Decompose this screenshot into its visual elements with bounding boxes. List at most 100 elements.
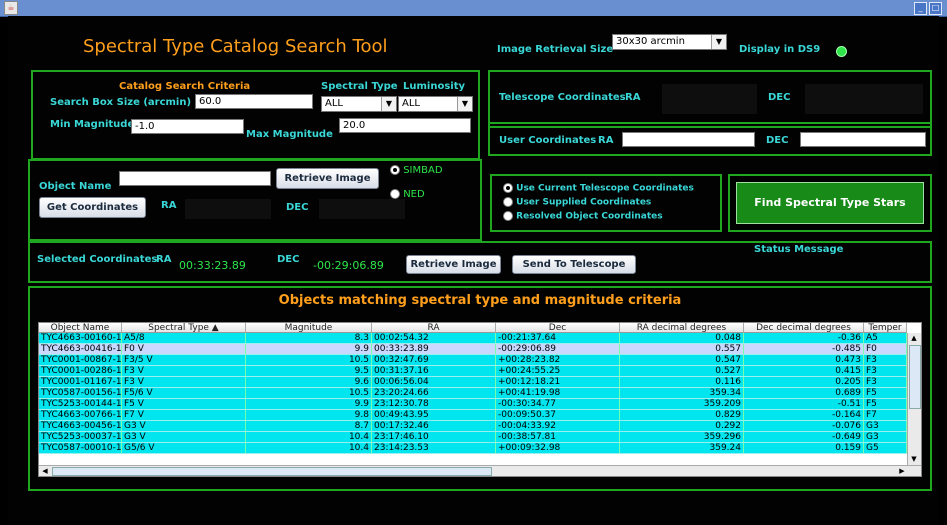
horizontal-scroll-thumb[interactable] <box>52 467 492 476</box>
window-titlebar[interactable]: ☕ _ □ <box>0 0 947 17</box>
selected-retrieve-image-button[interactable]: Retrieve Image <box>406 255 501 274</box>
table-cell: +00:24:55.25 <box>495 365 620 377</box>
send-to-telescope-button[interactable]: Send To Telescope <box>512 255 636 274</box>
user-ra-label: RA <box>598 135 614 146</box>
ned-label: NED <box>403 189 425 200</box>
table-cell: 00:06:56.04 <box>371 376 496 388</box>
table-row[interactable]: TYC4663-00766-1 F7 V 9.8 00:49:43.95 -00:09:… <box>39 409 907 421</box>
user-dec-input[interactable] <box>800 132 926 147</box>
object-name-input[interactable] <box>119 171 271 186</box>
table-cell: 23:20:24.66 <box>371 387 496 399</box>
radio-unselected-icon <box>503 197 513 207</box>
display-ds9-label: Display in DS9 <box>739 44 821 55</box>
table-cell: G3 <box>863 431 907 443</box>
table-cell: TYC0001-01167-1 <box>39 376 122 388</box>
table-cell: 0.557 <box>619 343 744 355</box>
spectral-type-select[interactable]: ALL ▼ <box>321 96 397 112</box>
column-header[interactable]: Magnitude <box>246 323 372 333</box>
table-cell: 23:12:30.78 <box>371 398 496 410</box>
table-row[interactable]: TYC0001-01167-1 F3 V 9.6 00:06:56.04 +00:12:… <box>39 376 907 388</box>
selected-dec-value: -00:29:06.89 <box>313 259 384 272</box>
column-header[interactable]: Dec <box>496 323 620 333</box>
column-header[interactable]: Object Name <box>39 323 122 333</box>
minimize-icon[interactable]: _ <box>914 2 927 15</box>
table-cell: 10.5 <box>245 354 372 366</box>
simbad-radio[interactable]: SIMBAD <box>390 165 443 176</box>
scroll-thumb[interactable] <box>909 345 921 409</box>
user-supplied-coords-radio[interactable]: User Supplied Coordinates <box>503 197 651 208</box>
table-row[interactable]: TYC4663-00456-1 G3 V 8.7 00:17:32.46 -00:04:… <box>39 420 907 432</box>
column-header[interactable]: RA <box>372 323 496 333</box>
image-size-select[interactable]: 30x30 arcmin ▼ <box>612 34 727 50</box>
app-title: Spectral Type Catalog Search Tool <box>83 36 388 57</box>
horizontal-scrollbar[interactable]: ◀ ▶ <box>39 465 921 476</box>
table-row[interactable]: TYC0587-00010-1 G5/6 V 10.4 23:14:23.53 +00:… <box>39 442 907 454</box>
table-cell: F3 <box>863 354 907 366</box>
table-cell: 00:02:54.32 <box>371 333 496 344</box>
scroll-down-icon[interactable]: ▼ <box>908 454 920 465</box>
table-cell: F3 <box>863 376 907 388</box>
scroll-left-icon[interactable]: ◀ <box>39 466 51 476</box>
scroll-up-icon[interactable]: ▲ <box>908 333 920 344</box>
user-coordinates-label: User Coordinates <box>499 135 597 146</box>
table-cell: 9.5 <box>245 365 372 377</box>
luminosity-select[interactable]: ALL ▼ <box>398 96 473 112</box>
table-cell: 0.527 <box>619 365 744 377</box>
table-row[interactable]: TYC0001-00867-1 F3/5 V 10.5 00:32:47.69 +00:… <box>39 354 907 366</box>
find-button-frame: Find Spectral Type Stars <box>728 174 932 232</box>
user-supplied-coords-label: User Supplied Coordinates <box>516 197 652 208</box>
use-telescope-coords-radio[interactable]: Use Current Telescope Coordinates <box>503 183 694 194</box>
column-header[interactable]: Dec decimal degrees <box>744 323 864 333</box>
user-ra-input[interactable] <box>622 132 755 147</box>
table-cell: -00:29:06.89 <box>495 343 620 355</box>
table-cell: TYC0587-00010-1 <box>39 442 122 454</box>
table-row[interactable]: TYC4663-00160-1 A5/8 8.3 00:02:54.32 -00:21:… <box>39 333 907 344</box>
table-cell: 23:17:46.10 <box>371 431 496 443</box>
table-cell: -0.076 <box>743 420 864 432</box>
min-magnitude-input[interactable]: -1.0 <box>131 119 244 134</box>
table-row[interactable]: TYC5253-00037-1 G3 V 10.4 23:17:46.10 -00:38… <box>39 431 907 443</box>
table-cell: 00:33:23.89 <box>371 343 496 355</box>
radio-unselected-icon <box>503 211 513 221</box>
results-title: Objects matching spectral type and magni… <box>278 293 682 308</box>
object-dec-label: DEC <box>286 202 309 213</box>
table-cell: 10.5 <box>245 387 372 399</box>
maximize-icon[interactable]: □ <box>929 2 942 15</box>
scroll-right-icon[interactable]: ▶ <box>896 466 908 476</box>
table-cell: -00:30:34.77 <box>495 398 620 410</box>
spectral-type-label: Spectral Type <box>321 81 398 92</box>
search-box-label: Search Box Size (arcmin) <box>50 97 192 108</box>
image-size-value: 30x30 arcmin <box>616 36 685 47</box>
table-row[interactable]: TYC0587-00156-1 F5/6 V 10.5 23:20:24.66 +00:… <box>39 387 907 399</box>
table-cell: G5/6 V <box>121 442 246 454</box>
table-cell: TYC5253-00037-1 <box>39 431 122 443</box>
ds9-status-indicator[interactable] <box>836 46 847 57</box>
table-cell: -0.164 <box>743 409 864 421</box>
telescope-coordinates-label: Telescope Coordinates <box>499 92 626 103</box>
table-cell: -00:04:33.92 <box>495 420 620 432</box>
search-box-input[interactable]: 60.0 <box>195 94 313 109</box>
table-cell: -0.485 <box>743 343 864 355</box>
table-cell: F3 V <box>121 376 246 388</box>
chevron-down-icon: ▼ <box>457 97 472 111</box>
table-cell: 359.24 <box>619 442 744 454</box>
table-row[interactable]: TYC4663-00416-1 F0 V 9.9 00:33:23.89 -00:29:… <box>39 343 907 355</box>
find-spectral-type-stars-button[interactable]: Find Spectral Type Stars <box>736 182 924 224</box>
get-coordinates-button[interactable]: Get Coordinates <box>39 197 146 218</box>
column-header[interactable]: Temper <box>864 323 907 333</box>
table-cell: F0 <box>863 343 907 355</box>
retrieve-image-button[interactable]: Retrieve Image <box>276 168 379 189</box>
column-header[interactable]: Spectral Type ▲ <box>122 323 246 333</box>
table-row[interactable]: TYC5253-00144-1 F5 V 9.9 23:12:30.78 -00:30:… <box>39 398 907 410</box>
max-magnitude-input[interactable]: 20.0 <box>339 118 471 133</box>
table-cell: 0.116 <box>619 376 744 388</box>
vertical-scrollbar[interactable]: ▲ ▼ <box>907 333 921 465</box>
resolved-object-coords-label: Resolved Object Coordinates <box>516 211 663 222</box>
table-cell: F7 V <box>121 409 246 421</box>
table-cell: 0.547 <box>619 354 744 366</box>
table-row[interactable]: TYC0001-00286-1 F3 V 9.5 00:31:37.16 +00:24:… <box>39 365 907 377</box>
criteria-heading: Catalog Search Criteria <box>119 81 251 92</box>
column-header[interactable]: RA decimal degrees <box>620 323 744 333</box>
table-cell: 0.415 <box>743 365 864 377</box>
resolved-object-coords-radio[interactable]: Resolved Object Coordinates <box>503 211 663 222</box>
